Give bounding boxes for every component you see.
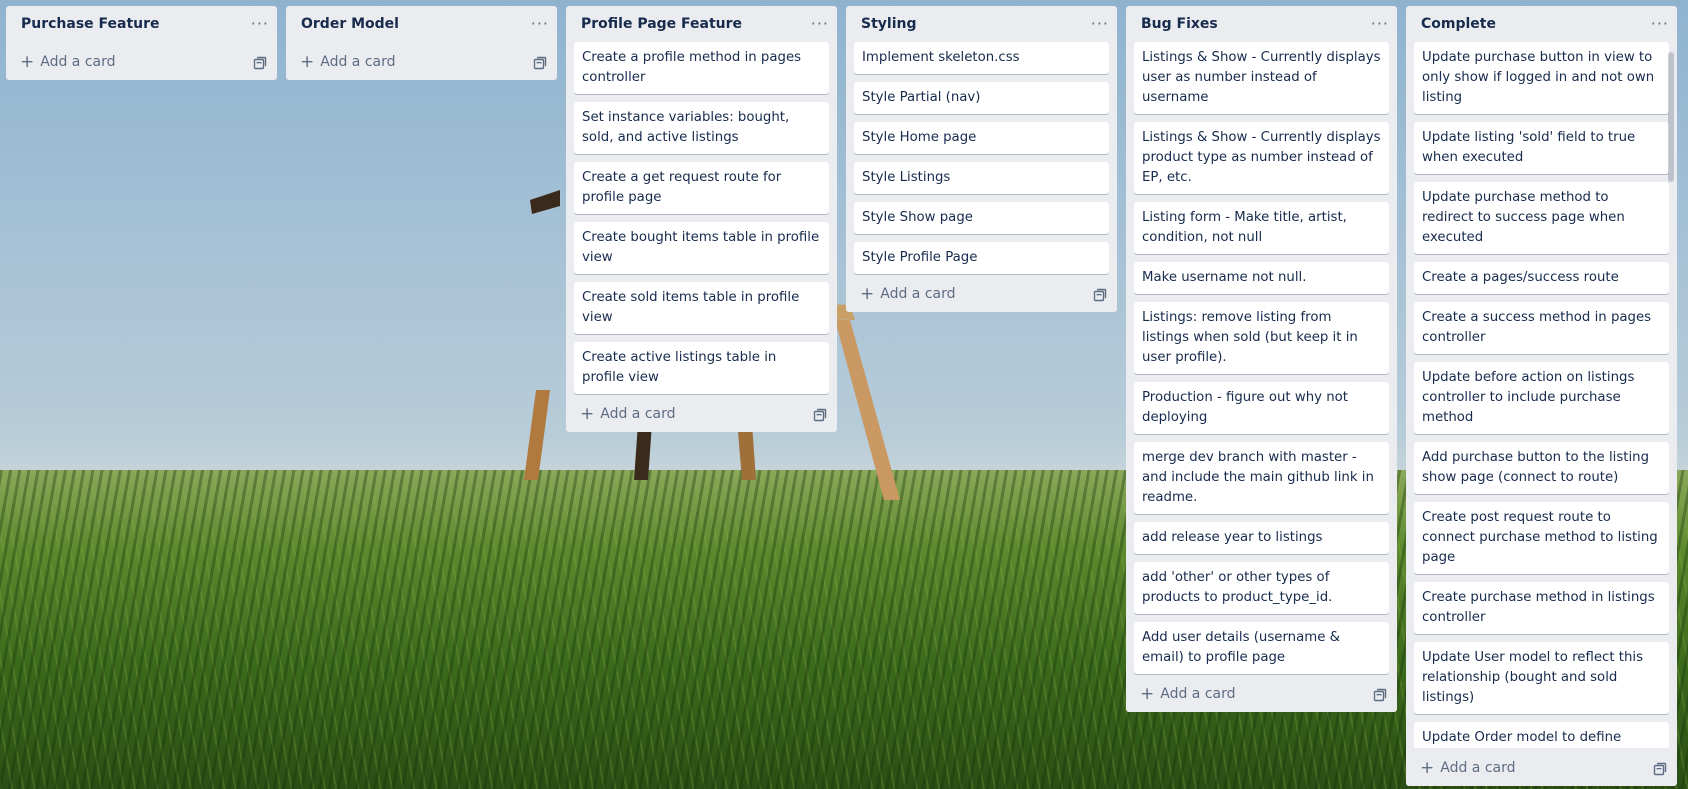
- ellipsis-icon[interactable]: ···: [1371, 16, 1389, 32]
- plus-icon: +: [580, 403, 595, 424]
- list-header[interactable]: Order Model ···: [286, 6, 557, 42]
- add-card-label: Add a card: [600, 406, 676, 422]
- card-template-icon[interactable]: [1093, 287, 1107, 302]
- ellipsis-icon[interactable]: ···: [1091, 16, 1109, 32]
- card-list: Implement skeleton.css Style Partial (nav…: [846, 42, 1117, 274]
- card[interactable]: Listings & Show - Currently displays use…: [1134, 42, 1389, 114]
- card[interactable]: add release year to listings: [1134, 522, 1389, 554]
- card[interactable]: Update purchase method to redirect to su…: [1414, 182, 1669, 254]
- add-card-button[interactable]: + Add a card: [860, 283, 956, 304]
- card[interactable]: Add user details (username & email) to p…: [1134, 622, 1389, 674]
- list-footer: + Add a card: [1406, 750, 1677, 786]
- ellipsis-icon[interactable]: ···: [1651, 16, 1669, 32]
- list-header[interactable]: Bug Fixes ···: [1126, 6, 1397, 42]
- card[interactable]: Create post request route to connect pur…: [1414, 502, 1669, 574]
- plus-icon: +: [860, 283, 875, 304]
- list-scrollbar[interactable]: [1668, 52, 1674, 182]
- card-template-icon[interactable]: [533, 55, 547, 70]
- card[interactable]: Listing form - Make title, artist, condi…: [1134, 202, 1389, 254]
- ellipsis-icon[interactable]: ···: [811, 16, 829, 32]
- list-footer: + Add a card: [566, 396, 837, 432]
- card[interactable]: Add purchase button to the listing show …: [1414, 442, 1669, 494]
- list-title[interactable]: Complete: [1421, 16, 1496, 32]
- list-header[interactable]: Complete ···: [1406, 6, 1677, 42]
- card[interactable]: Create a get request route for profile p…: [574, 162, 829, 214]
- list-header[interactable]: Styling ···: [846, 6, 1117, 42]
- plus-icon: +: [1420, 757, 1435, 778]
- card[interactable]: Make username not null.: [1134, 262, 1389, 294]
- card[interactable]: Create active listings table in profile …: [574, 342, 829, 394]
- card[interactable]: Listings: remove listing from listings w…: [1134, 302, 1389, 374]
- card[interactable]: Set instance variables: bought, sold, an…: [574, 102, 829, 154]
- card-list: Create a profile method in pages control…: [566, 42, 837, 394]
- card[interactable]: Listings & Show - Currently displays pro…: [1134, 122, 1389, 194]
- add-card-button[interactable]: + Add a card: [300, 51, 396, 72]
- card[interactable]: Update Order model to define association…: [1414, 722, 1669, 748]
- card[interactable]: Style Listings: [854, 162, 1109, 194]
- card-template-icon[interactable]: [1373, 687, 1387, 702]
- list-complete[interactable]: Complete ··· Update purchase button in vie…: [1406, 6, 1677, 786]
- add-card-label: Add a card: [1440, 760, 1516, 776]
- add-card-label: Add a card: [1160, 686, 1236, 702]
- add-card-button[interactable]: + Add a card: [20, 51, 116, 72]
- card[interactable]: Create purchase method in listings contr…: [1414, 582, 1669, 634]
- list-styling[interactable]: Styling ··· Implement skeleton.css Style Pa…: [846, 6, 1117, 312]
- add-card-label: Add a card: [40, 54, 116, 70]
- list-header[interactable]: Purchase Feature ···: [6, 6, 277, 42]
- list-purchase-feature[interactable]: Purchase Feature ··· + Add a card: [6, 6, 277, 80]
- card-list: Update purchase button in view to only s…: [1406, 42, 1677, 748]
- card[interactable]: Production - figure out why not deployin…: [1134, 382, 1389, 434]
- card[interactable]: Style Show page: [854, 202, 1109, 234]
- list-order-model[interactable]: Order Model ··· + Add a card: [286, 6, 557, 80]
- card[interactable]: merge dev branch with master - and inclu…: [1134, 442, 1389, 514]
- list-footer: + Add a card: [286, 44, 557, 80]
- plus-icon: +: [300, 51, 315, 72]
- list-profile-page-feature[interactable]: Profile Page Feature ··· Create a profile …: [566, 6, 837, 432]
- card[interactable]: Update User model to reflect this relati…: [1414, 642, 1669, 714]
- ellipsis-icon[interactable]: ···: [531, 16, 549, 32]
- card[interactable]: Update before action on listings control…: [1414, 362, 1669, 434]
- list-title[interactable]: Styling: [861, 16, 917, 32]
- card[interactable]: Update purchase button in view to only s…: [1414, 42, 1669, 114]
- card[interactable]: Create a profile method in pages control…: [574, 42, 829, 94]
- list-footer: + Add a card: [1126, 676, 1397, 712]
- card-template-icon[interactable]: [813, 407, 827, 422]
- list-footer: + Add a card: [846, 276, 1117, 312]
- card[interactable]: Style Partial (nav): [854, 82, 1109, 114]
- board: Purchase Feature ··· + Add a card Order Mode…: [6, 6, 1677, 789]
- card-list: Listings & Show - Currently displays use…: [1126, 42, 1397, 674]
- card[interactable]: Update listing 'sold' field to true when…: [1414, 122, 1669, 174]
- ellipsis-icon[interactable]: ···: [251, 16, 269, 32]
- card[interactable]: Create bought items table in profile vie…: [574, 222, 829, 274]
- list-footer: + Add a card: [6, 44, 277, 80]
- card[interactable]: Implement skeleton.css: [854, 42, 1109, 74]
- card[interactable]: Create sold items table in profile view: [574, 282, 829, 334]
- list-title[interactable]: Order Model: [301, 16, 399, 32]
- card[interactable]: Style Home page: [854, 122, 1109, 154]
- add-card-button[interactable]: + Add a card: [580, 403, 676, 424]
- add-card-label: Add a card: [320, 54, 396, 70]
- plus-icon: +: [1140, 683, 1155, 704]
- list-bug-fixes[interactable]: Bug Fixes ··· Listings & Show - Currently …: [1126, 6, 1397, 712]
- plus-icon: +: [20, 51, 35, 72]
- card-template-icon[interactable]: [1653, 761, 1667, 776]
- card[interactable]: Create a pages/success route: [1414, 262, 1669, 294]
- list-title[interactable]: Purchase Feature: [21, 16, 160, 32]
- add-card-button[interactable]: + Add a card: [1420, 757, 1516, 778]
- card[interactable]: Create a success method in pages control…: [1414, 302, 1669, 354]
- list-header[interactable]: Profile Page Feature ···: [566, 6, 837, 42]
- card[interactable]: Style Profile Page: [854, 242, 1109, 274]
- list-title[interactable]: Bug Fixes: [1141, 16, 1218, 32]
- card[interactable]: add 'other' or other types of products t…: [1134, 562, 1389, 614]
- add-card-button[interactable]: + Add a card: [1140, 683, 1236, 704]
- card-template-icon[interactable]: [253, 55, 267, 70]
- add-card-label: Add a card: [880, 286, 956, 302]
- list-title[interactable]: Profile Page Feature: [581, 16, 742, 32]
